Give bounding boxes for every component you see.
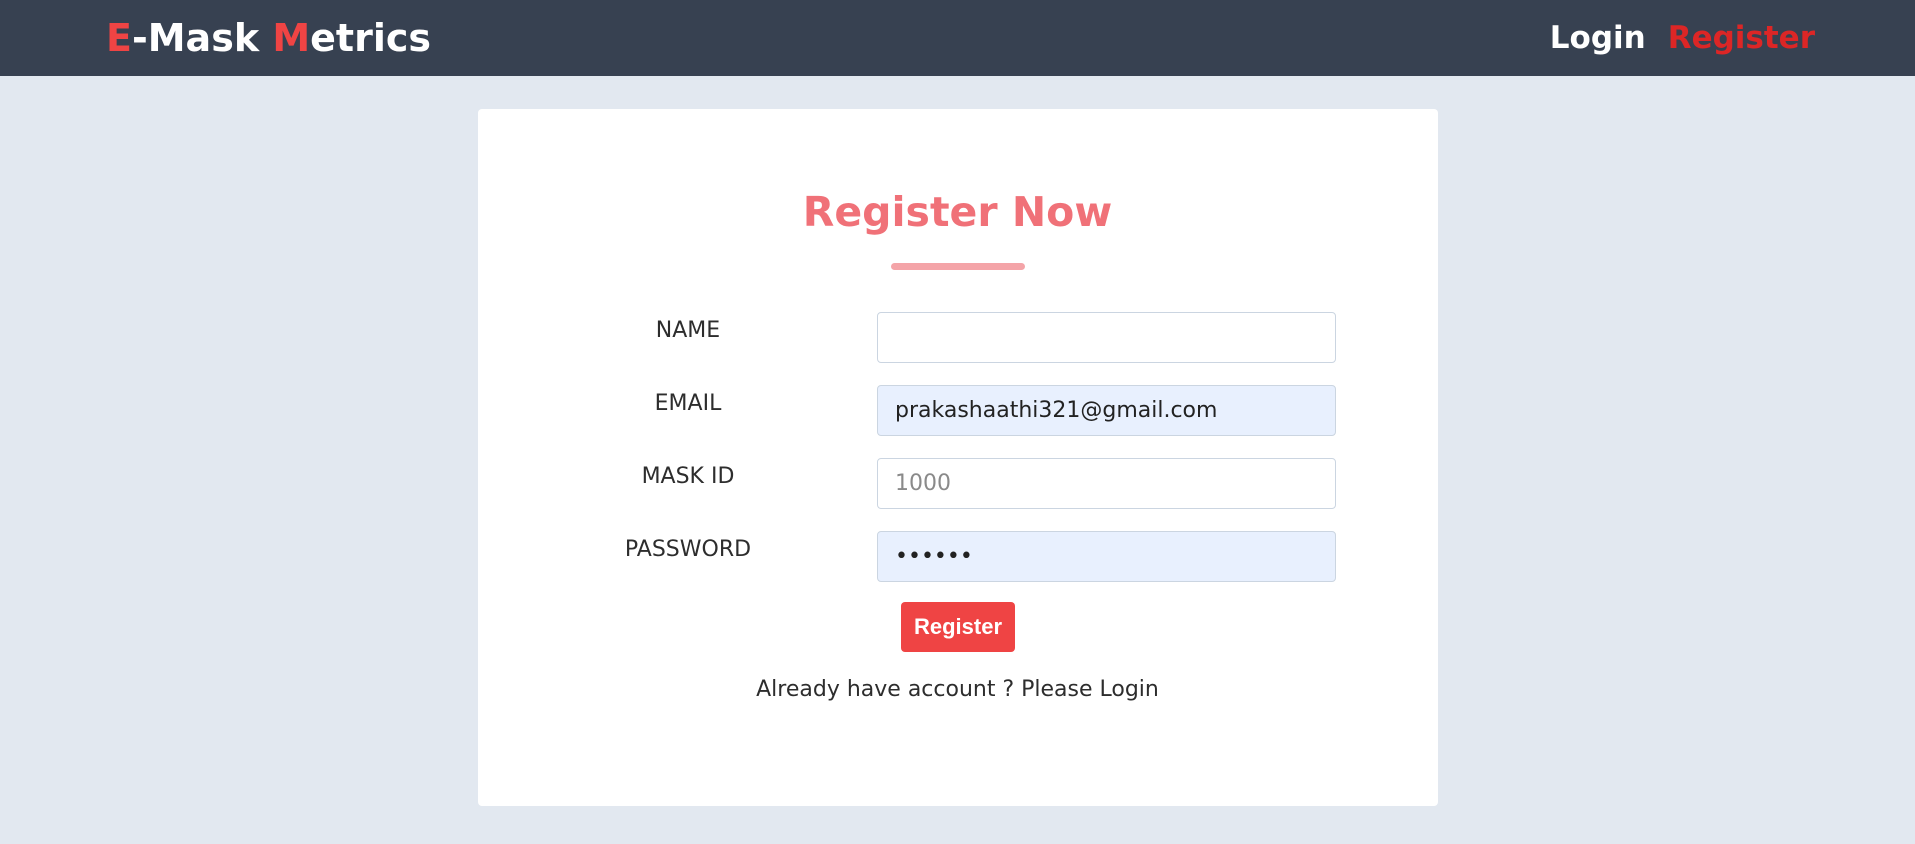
brand-logo[interactable]: E-Mask Metrics <box>106 16 431 60</box>
email-label: EMAIL <box>654 391 722 416</box>
top-navbar: E-Mask Metrics Login Register <box>0 0 1915 76</box>
mask-id-input[interactable] <box>877 458 1336 509</box>
mask-id-label: MASK ID <box>641 464 735 489</box>
password-input[interactable] <box>877 531 1336 582</box>
name-label: NAME <box>655 318 721 343</box>
brand-initial-e: E <box>106 16 132 60</box>
email-input[interactable] <box>877 385 1336 436</box>
nav-login-link[interactable]: Login <box>1550 20 1646 56</box>
name-input[interactable] <box>877 312 1336 363</box>
register-button[interactable]: Register <box>901 602 1015 652</box>
nav-register-link[interactable]: Register <box>1668 20 1815 56</box>
brand-initial-m: M <box>272 16 311 60</box>
login-prompt-link[interactable]: Already have account ? Please Login <box>0 677 1915 702</box>
nav-links: Login Register <box>1550 20 1815 56</box>
brand-text-metrics: etrics <box>310 16 432 60</box>
brand-text-mask: -Mask <box>131 16 273 60</box>
page-title: Register Now <box>802 188 1113 236</box>
password-label: PASSWORD <box>624 537 752 562</box>
title-underline <box>891 263 1025 270</box>
